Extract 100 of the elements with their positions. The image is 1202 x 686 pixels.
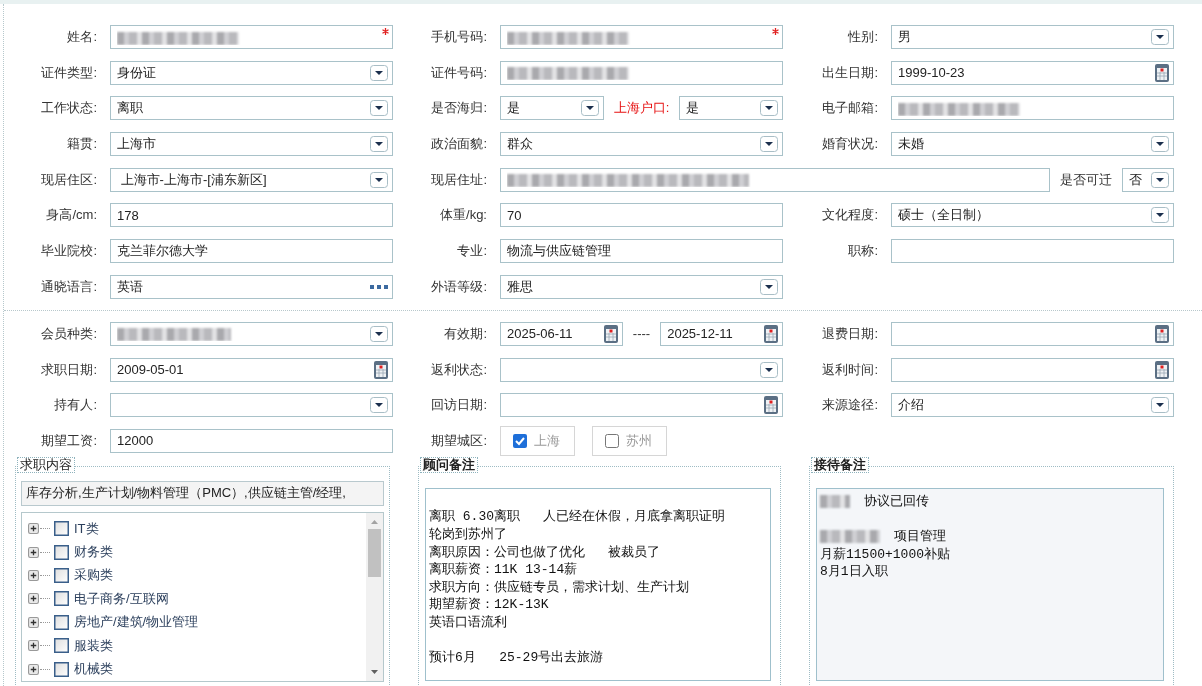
tree-item[interactable]: 电子商务/互联网 <box>74 589 169 608</box>
checkbox-icon[interactable] <box>605 433 619 448</box>
dropdown[interactable]: 是 <box>500 96 604 121</box>
dropdown[interactable]: 上海市-上海市-[浦东新区] <box>110 167 393 192</box>
field-label: 体重/kg: <box>439 206 488 225</box>
panel-title: 接待备注 <box>811 456 869 473</box>
picker-field[interactable]: 英语 <box>110 274 393 299</box>
field-label: 持有人: <box>53 396 98 415</box>
text-field[interactable]: 178 <box>110 203 393 228</box>
dropdown[interactable]: 是 <box>679 96 783 121</box>
field-label: 返利状态: <box>430 360 488 379</box>
field-label: 毕业院校: <box>40 242 98 261</box>
dropdown[interactable]: 硕士（全日制） <box>891 203 1174 228</box>
expand-icon[interactable] <box>28 593 39 605</box>
date-field[interactable]: 2025-12-11 <box>660 321 783 346</box>
field-label: ---- <box>632 326 651 342</box>
field-label: 会员种类: <box>40 324 98 343</box>
field-label: 期望城区: <box>430 431 488 450</box>
field-label: 性别: <box>847 28 879 46</box>
text-field[interactable] <box>891 96 1174 121</box>
text-field[interactable]: 70 <box>500 203 783 228</box>
expand-icon[interactable] <box>28 546 39 558</box>
note-line: 8月1日入职 <box>820 563 888 581</box>
calendar-icon[interactable] <box>1155 360 1169 379</box>
text-field[interactable]: 物流与供应链管理 <box>500 239 783 264</box>
selection-field[interactable]: 库存分析,生产计划/物料管理（PMC）,供应链主管/经理, <box>21 480 384 506</box>
field-label: 外语等级: <box>430 277 488 296</box>
calendar-icon[interactable] <box>1155 63 1169 82</box>
dropdown[interactable]: 上海市 <box>110 132 393 157</box>
field-label: 通晓语言: <box>40 277 98 296</box>
checkbox-icon[interactable] <box>54 638 69 654</box>
field-label: 期望工资: <box>40 431 98 450</box>
dropdown[interactable]: 离职 <box>110 96 393 121</box>
text-field[interactable] <box>891 239 1174 264</box>
dropdown[interactable]: 身份证 <box>110 60 393 85</box>
date-field[interactable]: 1999-10-23 <box>891 60 1174 85</box>
date-field[interactable] <box>500 393 783 418</box>
calendar-icon[interactable] <box>764 324 778 343</box>
date-field[interactable] <box>891 357 1174 382</box>
text-field[interactable] <box>500 25 783 49</box>
checkbox-icon[interactable] <box>54 521 69 537</box>
text-field[interactable]: 12000 <box>110 428 393 453</box>
expand-icon[interactable] <box>28 523 39 535</box>
dropdown[interactable]: 未婚 <box>891 132 1174 157</box>
expand-icon[interactable] <box>28 569 39 581</box>
note-line: 求职方向：供应链专员，需求计划、生产计划 <box>429 578 689 597</box>
note-line: 月薪11500+1000补贴 <box>820 545 950 564</box>
tree-item[interactable]: IT类 <box>74 519 99 538</box>
tree-item[interactable]: 财务类 <box>74 543 113 561</box>
panel-title: 顾问备注 <box>420 456 478 473</box>
field-label: 电子邮箱: <box>821 99 879 118</box>
checkbox-icon[interactable] <box>513 433 527 448</box>
dropdown[interactable]: 男 <box>891 25 1174 49</box>
tree-item[interactable]: 采购类 <box>74 566 113 585</box>
field-label: 回访日期: <box>430 396 488 415</box>
date-field[interactable] <box>891 321 1174 346</box>
calendar-icon[interactable] <box>374 360 388 379</box>
dropdown[interactable]: 介绍 <box>891 393 1174 418</box>
note-line: 离职 6.30离职 人已经在休假，月底拿离职证明 <box>429 508 726 527</box>
date-field[interactable]: 2025-06-11 <box>500 321 623 346</box>
notes-field[interactable]: 离职 6.30离职 人已经在休假，月底拿离职证明 轮岗到苏州了 离职原因：公司也做了优化 被裁员了 离职薪资：11K 13-14薪 求职方向：供应链专员，需求计划、生产计划 期望薪资：12K-13K 英语口语流利 预计6月 25-29号出去旅游 <box>425 487 771 681</box>
text-field[interactable] <box>500 167 1050 192</box>
field-label: 是否可迁 <box>1060 170 1112 189</box>
checkbox-icon[interactable] <box>54 614 69 630</box>
tree-item[interactable]: 机械类 <box>74 660 113 679</box>
checkbox-icon[interactable] <box>54 544 69 560</box>
expand-icon[interactable] <box>28 663 39 675</box>
field-label: 籍贯: <box>66 135 98 154</box>
note-line: 离职薪资：11K 13-14薪 <box>429 561 578 579</box>
field-label: 文化程度: <box>821 206 879 225</box>
field-label: 上海户口: <box>613 99 670 118</box>
field-label: 姓名: <box>66 28 98 46</box>
text-field[interactable]: 克兰菲尔德大学 <box>110 239 393 264</box>
dropdown[interactable]: 群众 <box>500 132 783 157</box>
field-label: 返利时间: <box>821 360 879 379</box>
notes-field[interactable]: 协议已回传 项目管理 月薪11500+1000补贴 8月1日入职 <box>816 487 1164 681</box>
field-label: 有效期: <box>443 324 488 343</box>
tree-item[interactable]: 房地产/建筑/物业管理 <box>74 613 199 632</box>
panel-title: 求职内容 <box>17 456 75 473</box>
field-label: 职称: <box>847 242 879 261</box>
note-line: 英语口语流利 <box>429 614 507 632</box>
dropdown[interactable]: 雅思 <box>500 274 783 299</box>
field-label: 来源途径: <box>821 396 879 415</box>
text-field[interactable] <box>500 60 783 85</box>
date-field[interactable]: 2009-05-01 <box>110 357 393 382</box>
dropdown[interactable]: 否 <box>1122 167 1174 192</box>
calendar-icon[interactable] <box>1155 324 1169 343</box>
field-label: 政治面貌: <box>430 135 488 154</box>
expand-icon[interactable] <box>28 616 39 628</box>
field-label: 退费日期: <box>821 324 879 343</box>
calendar-icon[interactable] <box>603 324 618 343</box>
expand-icon[interactable] <box>28 640 39 652</box>
checkbox-icon[interactable] <box>54 661 69 677</box>
tree-item[interactable]: 服装类 <box>74 636 113 655</box>
more-icon[interactable] <box>370 284 388 289</box>
checkbox-icon[interactable] <box>54 567 69 583</box>
calendar-icon[interactable] <box>764 396 778 415</box>
checkbox-icon[interactable] <box>54 591 69 607</box>
field-label: 现居住区: <box>40 170 98 189</box>
text-field[interactable] <box>110 25 393 49</box>
